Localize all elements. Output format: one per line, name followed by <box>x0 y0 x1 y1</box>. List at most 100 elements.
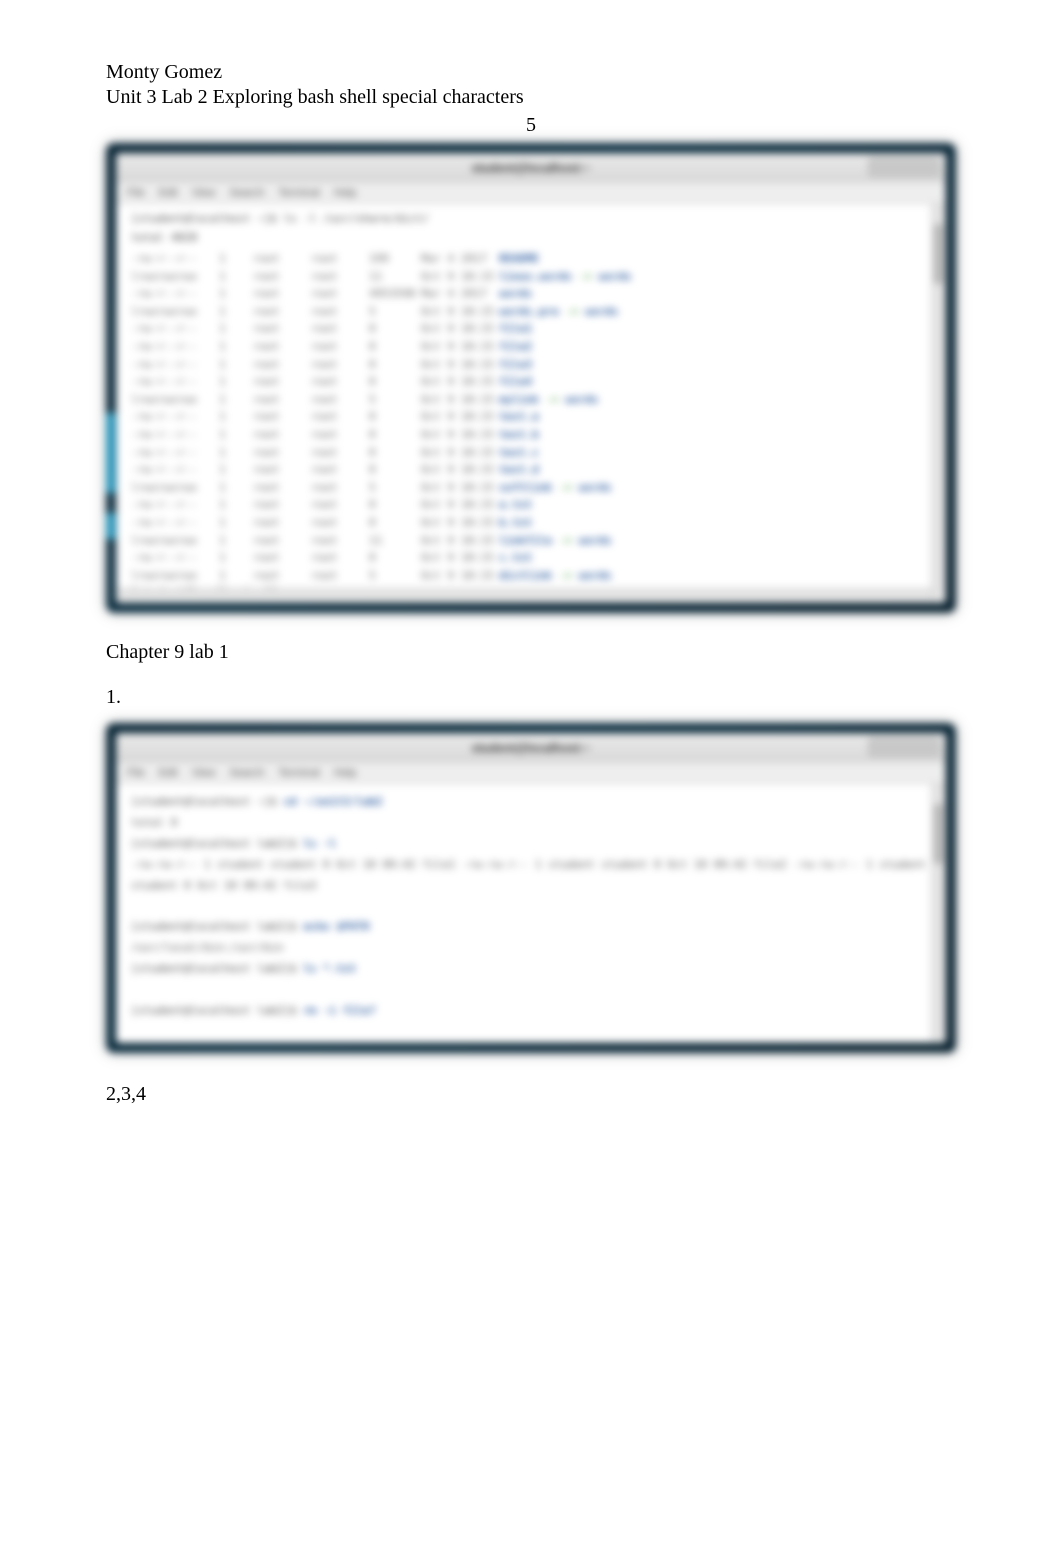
menu-search[interactable]: Search <box>229 767 264 779</box>
page-number: 5 <box>106 114 956 137</box>
listing-filename: file1 <box>499 320 931 338</box>
terminal-window: student@localhost:~ File Edit View Searc… <box>116 153 946 603</box>
menu-edit[interactable]: Edit <box>159 767 178 779</box>
terminal-menubar[interactable]: File Edit View Search Terminal Help <box>117 182 945 204</box>
listing-cell: Oct 9 18:15 <box>421 461 491 479</box>
menu-file[interactable]: File <box>127 767 145 779</box>
listing-row: lrwxrwxrwx1rootroot5Oct 9 18:15dictlink … <box>131 567 931 585</box>
listing-cell: 5 <box>369 391 413 409</box>
listing-cell: 5 <box>369 479 413 497</box>
listing-filename: README <box>499 250 931 268</box>
terminal-line <box>131 1022 931 1042</box>
terminal-screenshot-2: student@localhost:~ File Edit View Searc… <box>106 723 956 1053</box>
listing-cell: Oct 9 18:15 <box>421 391 491 409</box>
listing-cell: root <box>253 303 303 321</box>
cmd-line: [student@localhost ~]$ ls -l /usr/share/… <box>131 212 931 225</box>
list-item-234: 2,3,4 <box>106 1083 956 1106</box>
listing-cell: root <box>311 461 361 479</box>
terminal-line: [student@localhost lab2]$ ls -l <box>131 834 931 855</box>
terminal-line: [student@localhost ~]$ cd ~/unit3/lab2 <box>131 792 931 813</box>
listing-row: -rw-r--r--1rootroot0Oct 9 18:15b.txt <box>131 514 931 532</box>
window-titlebar: student@localhost:~ <box>117 734 945 762</box>
listing-row: -rw-r--r--1rootroot0Oct 9 18:15file4 <box>131 373 931 391</box>
terminal-line: total 0 <box>131 813 931 834</box>
listing-cell: Oct 9 18:15 <box>421 567 491 585</box>
listing-cell: -rw-r--r-- <box>131 514 211 532</box>
listing-cell: 1 <box>219 549 245 567</box>
listing-cell: 1 <box>219 426 245 444</box>
listing-cell: -rw-r--r-- <box>131 461 211 479</box>
menu-terminal[interactable]: Terminal <box>278 187 320 199</box>
listing-cell: 0 <box>369 461 413 479</box>
listing-row: -rw-r--r--1rootroot0Oct 9 18:15file2 <box>131 338 931 356</box>
listing-cell: 1 <box>219 567 245 585</box>
listing-cell: 5 <box>369 567 413 585</box>
vertical-scrollbar[interactable] <box>931 204 945 602</box>
terminal-content[interactable]: [student@localhost ~]$ ls -l /usr/share/… <box>117 204 945 602</box>
listing-cell: 11 <box>369 532 413 550</box>
listing-cell: root <box>311 391 361 409</box>
listing-cell: -rw-r--r-- <box>131 285 211 303</box>
listing-cell: 1 <box>219 479 245 497</box>
window-title: student@localhost:~ <box>472 161 591 175</box>
listing-filename: a.txt <box>499 496 931 514</box>
listing-cell: -rw-r--r-- <box>131 408 211 426</box>
menu-edit[interactable]: Edit <box>159 187 178 199</box>
menu-view[interactable]: View <box>192 187 216 199</box>
menu-help[interactable]: Help <box>334 767 357 779</box>
listing-cell: root <box>311 303 361 321</box>
listing-filename: file4 <box>499 373 931 391</box>
listing-cell: -rw-r--r-- <box>131 320 211 338</box>
listing-cell: -rw-r--r-- <box>131 426 211 444</box>
listing-cell: 1 <box>219 338 245 356</box>
listing-cell: 199 <box>369 250 413 268</box>
listing-filename: mylink -> words <box>499 391 931 409</box>
listing-cell: 1 <box>219 514 245 532</box>
listing-cell: 0 <box>369 444 413 462</box>
menu-search[interactable]: Search <box>229 187 264 199</box>
menu-view[interactable]: View <box>192 767 216 779</box>
menu-file[interactable]: File <box>127 187 145 199</box>
listing-cell: root <box>311 567 361 585</box>
listing-cell: lrwxrwxrwx <box>131 567 211 585</box>
menu-terminal[interactable]: Terminal <box>278 767 320 779</box>
listing-cell: root <box>311 268 361 286</box>
listing-cell: root <box>253 391 303 409</box>
terminal-menubar[interactable]: File Edit View Search Terminal Help <box>117 762 945 784</box>
listing-row: -rw-r--r--1rootroot0Oct 9 18:15test.b <box>131 426 931 444</box>
listing-filename: test.b <box>499 426 931 444</box>
listing-row: -rw-r--r--1rootroot0Oct 9 18:15file1 <box>131 320 931 338</box>
listing-cell: 1 <box>219 285 245 303</box>
listing-cell: root <box>253 514 303 532</box>
listing-filename: b.txt <box>499 514 931 532</box>
horizontal-scrollbar[interactable] <box>117 588 931 602</box>
listing-cell: root <box>253 408 303 426</box>
listing-cell: root <box>311 444 361 462</box>
listing-cell: root <box>253 444 303 462</box>
listing-cell: root <box>311 373 361 391</box>
listing-cell: lrwxrwxrwx <box>131 479 211 497</box>
listing-cell: 0 <box>369 373 413 391</box>
listing-filename: dictlink -> words <box>499 567 931 585</box>
listing-row: -rw-r--r--1rootroot0Oct 9 18:15test.c <box>131 444 931 462</box>
menu-help[interactable]: Help <box>334 187 357 199</box>
listing-cell: Mar 4 2017 <box>421 285 491 303</box>
listing-filename: words.pre -> words <box>499 303 931 321</box>
terminal-screenshot-1: student@localhost:~ File Edit View Searc… <box>106 143 956 613</box>
window-buttons[interactable] <box>869 738 939 756</box>
listing-filename: file2 <box>499 338 931 356</box>
window-buttons[interactable] <box>869 158 939 176</box>
terminal-content[interactable]: [student@localhost ~]$ cd ~/unit3/lab2to… <box>117 784 945 1042</box>
terminal-line: [student@localhost lab2]$ echo $PATH <box>131 917 931 938</box>
listing-cell: root <box>253 461 303 479</box>
listing-cell: lrwxrwxrwx <box>131 532 211 550</box>
terminal-line: -rw-rw-r-- 1 student student 0 Oct 10 09… <box>131 855 931 897</box>
listing-cell: root <box>311 408 361 426</box>
listing-cell: -rw-r--r-- <box>131 549 211 567</box>
listing-cell: root <box>253 356 303 374</box>
listing-cell: lrwxrwxrwx <box>131 391 211 409</box>
listing-filename: softlink -> words <box>499 479 931 497</box>
listing-cell: lrwxrwxrwx <box>131 268 211 286</box>
listing-cell: 0 <box>369 408 413 426</box>
vertical-scrollbar[interactable] <box>931 784 945 1042</box>
